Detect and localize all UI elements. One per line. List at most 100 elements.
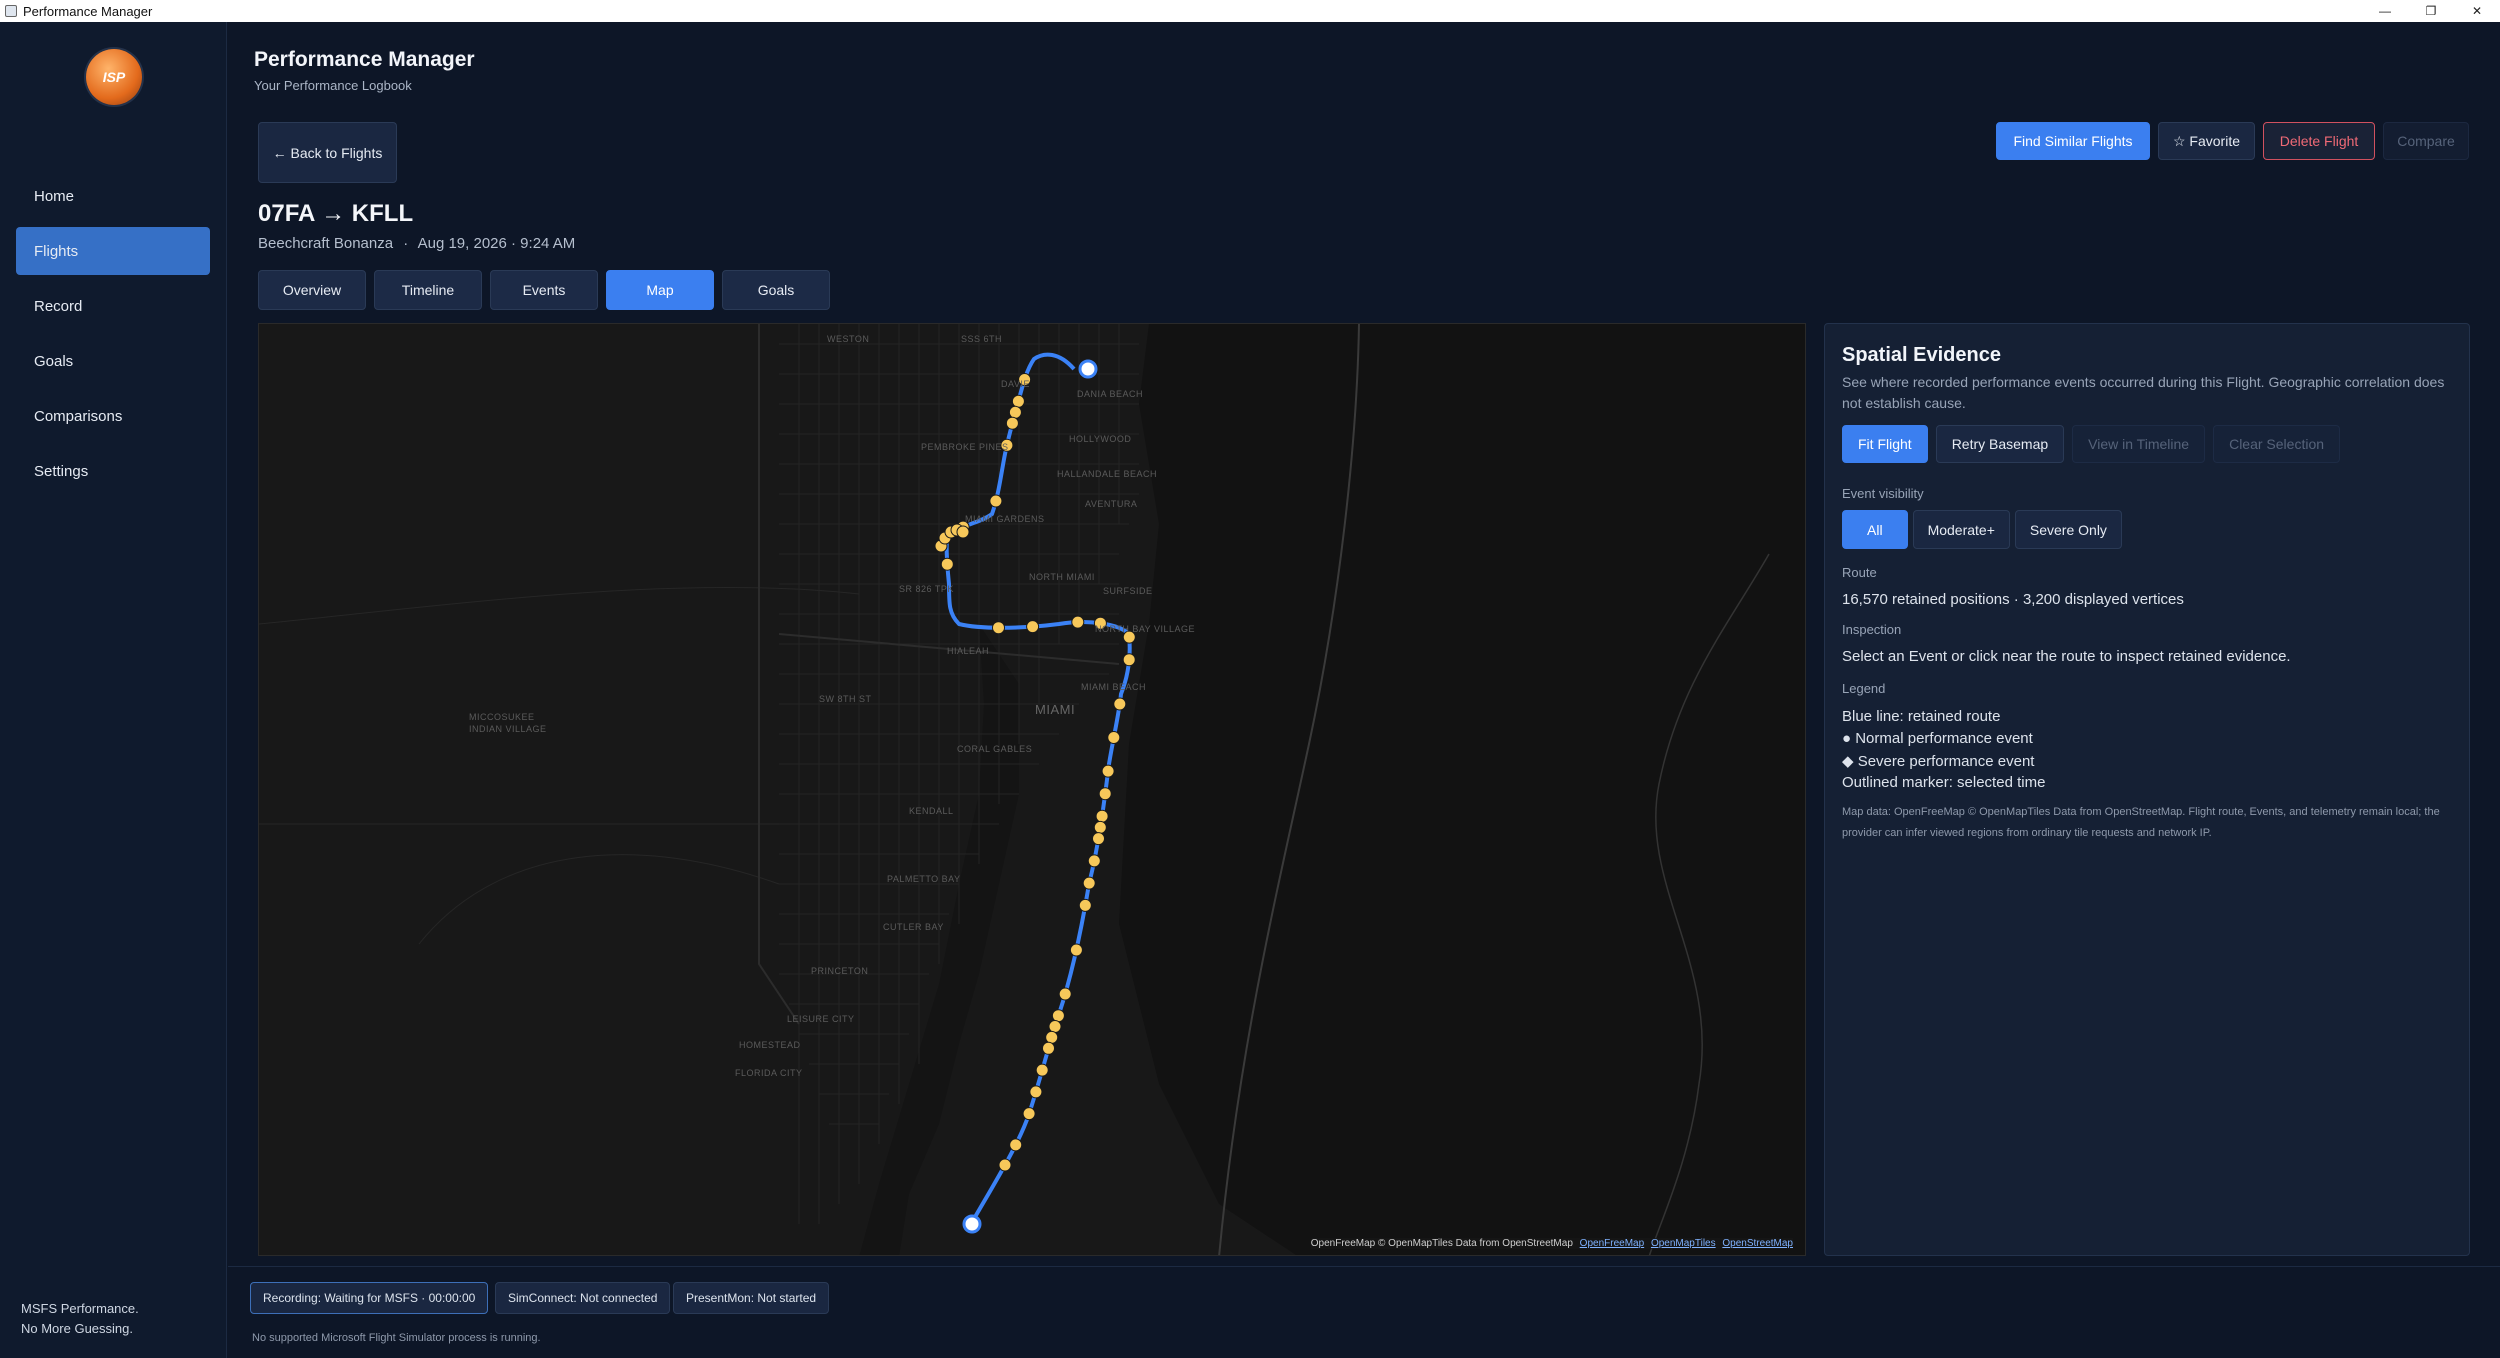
legend-normal-event: ● Normal performance event xyxy=(1842,730,2033,747)
sidebar-item-record[interactable]: Record xyxy=(16,282,210,330)
map-label-florida-city: Florida City xyxy=(735,1068,803,1078)
view-in-timeline-button[interactable]: View in Timeline xyxy=(2072,425,2206,463)
sidebar-item-goals[interactable]: Goals xyxy=(16,337,210,385)
sidebar-item-comparisons[interactable]: Comparisons xyxy=(16,392,210,440)
find-similar-flights-button[interactable]: Find Similar Flights xyxy=(1996,122,2150,160)
event-marker[interactable] xyxy=(1029,1085,1043,1099)
footer-line-2: No More Guessing. xyxy=(21,1321,133,1336)
map-label-leisure: Leisure City xyxy=(787,1014,855,1024)
map-label-sr826: SR 826 Tpk xyxy=(899,584,954,594)
flight-meta: Beechcraft Bonanza · Aug 19, 2026 · 9:24… xyxy=(258,235,575,252)
event-marker[interactable] xyxy=(1095,809,1109,823)
event-marker[interactable] xyxy=(1026,620,1040,634)
spatial-evidence-panel: Spatial Evidence See where recorded perf… xyxy=(1824,323,2470,1256)
event-marker[interactable] xyxy=(1051,1009,1065,1023)
page-title: Performance Manager xyxy=(254,48,475,71)
route-start-marker[interactable] xyxy=(962,1214,982,1234)
event-marker[interactable] xyxy=(940,557,954,571)
event-marker[interactable] xyxy=(1078,898,1092,912)
favorite-button[interactable]: ☆ Favorite xyxy=(2158,122,2255,160)
map-label-coral-gables: Coral Gables xyxy=(957,744,1033,754)
tab-timeline[interactable]: Timeline xyxy=(374,270,482,310)
tab-map[interactable]: Map xyxy=(606,270,714,310)
close-icon[interactable]: ✕ xyxy=(2454,0,2500,22)
clear-selection-button[interactable]: Clear Selection xyxy=(2213,425,2341,463)
sidebar-item-settings[interactable]: Settings xyxy=(16,447,210,495)
event-marker[interactable] xyxy=(1035,1063,1049,1077)
recording-status: Recording: Waiting for MSFS · 00:00:00 xyxy=(250,1282,489,1314)
presentmon-value: Not started xyxy=(757,1291,817,1305)
map-label-pembroke: Pembroke Pines xyxy=(921,442,1009,452)
event-marker[interactable] xyxy=(1069,943,1083,957)
event-marker[interactable] xyxy=(1022,1107,1036,1121)
event-marker[interactable] xyxy=(1005,416,1019,430)
visibility-all-button[interactable]: All xyxy=(1842,510,1908,549)
sidebar-item-label: Goals xyxy=(34,352,74,370)
map-canvas[interactable] xyxy=(259,324,1806,1256)
map-label-homestead: Homestead xyxy=(739,1040,801,1050)
event-marker[interactable] xyxy=(1011,394,1025,408)
presentmon-label: PresentMon: xyxy=(686,1291,755,1305)
event-marker[interactable] xyxy=(1058,987,1072,1001)
event-marker[interactable] xyxy=(989,494,1003,508)
footer-line-1: MSFS Performance. xyxy=(21,1301,139,1316)
map-label-hollywood: Hollywood xyxy=(1069,434,1132,444)
event-marker[interactable] xyxy=(992,621,1005,635)
compare-button[interactable]: Compare xyxy=(2383,122,2469,160)
openstreetmap-link[interactable]: OpenStreetMap xyxy=(1722,1238,1793,1249)
tab-overview[interactable]: Overview xyxy=(258,270,366,310)
panel-title: Spatial Evidence xyxy=(1842,344,2001,366)
tab-events[interactable]: Events xyxy=(490,270,598,310)
map-attribution: OpenFreeMap © OpenMapTiles Data from Ope… xyxy=(1310,1238,1793,1249)
map-label-dania: Dania Beach xyxy=(1077,389,1144,399)
openmaptiles-link[interactable]: OpenMapTiles xyxy=(1651,1238,1716,1249)
event-marker[interactable] xyxy=(1045,1030,1059,1044)
sidebar-nav: Home Flights Record Goals Comparisons Se… xyxy=(16,172,210,502)
back-to-flights-button[interactable]: ← Back to Flights xyxy=(258,122,397,183)
event-marker[interactable] xyxy=(1082,876,1096,890)
fit-flight-button[interactable]: Fit Flight xyxy=(1842,425,1928,463)
map-label-surfside: Surfside xyxy=(1103,586,1153,596)
openfreemap-link[interactable]: OpenFreeMap xyxy=(1580,1238,1644,1249)
event-marker[interactable] xyxy=(956,525,970,539)
event-marker[interactable] xyxy=(1113,697,1127,711)
event-marker[interactable] xyxy=(1009,1138,1023,1152)
event-marker[interactable] xyxy=(1087,854,1101,868)
window-titlebar: Performance Manager — ❐ ✕ xyxy=(0,0,2500,22)
delete-flight-button[interactable]: Delete Flight xyxy=(2263,122,2375,160)
restore-icon[interactable]: ❐ xyxy=(2408,0,2454,22)
event-marker[interactable] xyxy=(1107,731,1121,744)
map-label-hallandale: Hallandale Beach xyxy=(1057,469,1158,479)
map-label-princeton: Princeton xyxy=(811,966,869,976)
sidebar-item-home[interactable]: Home xyxy=(16,172,210,220)
visibility-severe-button[interactable]: Severe Only xyxy=(2014,510,2122,549)
retry-basemap-button[interactable]: Retry Basemap xyxy=(1935,425,2065,463)
event-marker[interactable] xyxy=(998,1158,1012,1172)
event-marker[interactable] xyxy=(1071,615,1085,629)
event-marker[interactable] xyxy=(1008,405,1022,419)
map-label-indian-village: Indian Village xyxy=(469,724,547,734)
map-label-cutler: Cutler Bay xyxy=(883,922,944,932)
flight-tabs: Overview Timeline Events Map Goals xyxy=(258,270,838,310)
event-marker[interactable] xyxy=(1098,787,1112,801)
tab-goals[interactable]: Goals xyxy=(722,270,830,310)
presentmon-status: PresentMon: Not started xyxy=(673,1282,830,1314)
legend-severe-event: ◆ Severe performance event xyxy=(1842,753,2035,770)
event-marker[interactable] xyxy=(1093,820,1107,834)
map-label-aventura: Aventura xyxy=(1085,499,1138,509)
route-end-marker[interactable] xyxy=(1078,359,1098,379)
minimize-icon[interactable]: — xyxy=(2362,0,2408,22)
sidebar-item-label: Home xyxy=(34,187,75,205)
flight-map[interactable]: Weston SSS 6TH Davie Dania Beach Hollywo… xyxy=(258,323,1806,1256)
sidebar-item-flights[interactable]: Flights xyxy=(16,227,210,275)
route-label: Route xyxy=(1842,565,1877,580)
map-label-hialeah: Hialeah xyxy=(947,646,990,656)
event-marker[interactable] xyxy=(1101,764,1115,778)
visibility-moderate-button[interactable]: Moderate+ xyxy=(1912,510,2010,549)
event-marker[interactable] xyxy=(1042,1041,1055,1055)
meta-separator: · xyxy=(403,235,409,252)
map-label-north-bay: North Bay Village xyxy=(1095,624,1196,634)
event-marker[interactable] xyxy=(1122,653,1136,667)
event-marker[interactable] xyxy=(1092,832,1105,846)
event-marker[interactable] xyxy=(1048,1020,1062,1033)
